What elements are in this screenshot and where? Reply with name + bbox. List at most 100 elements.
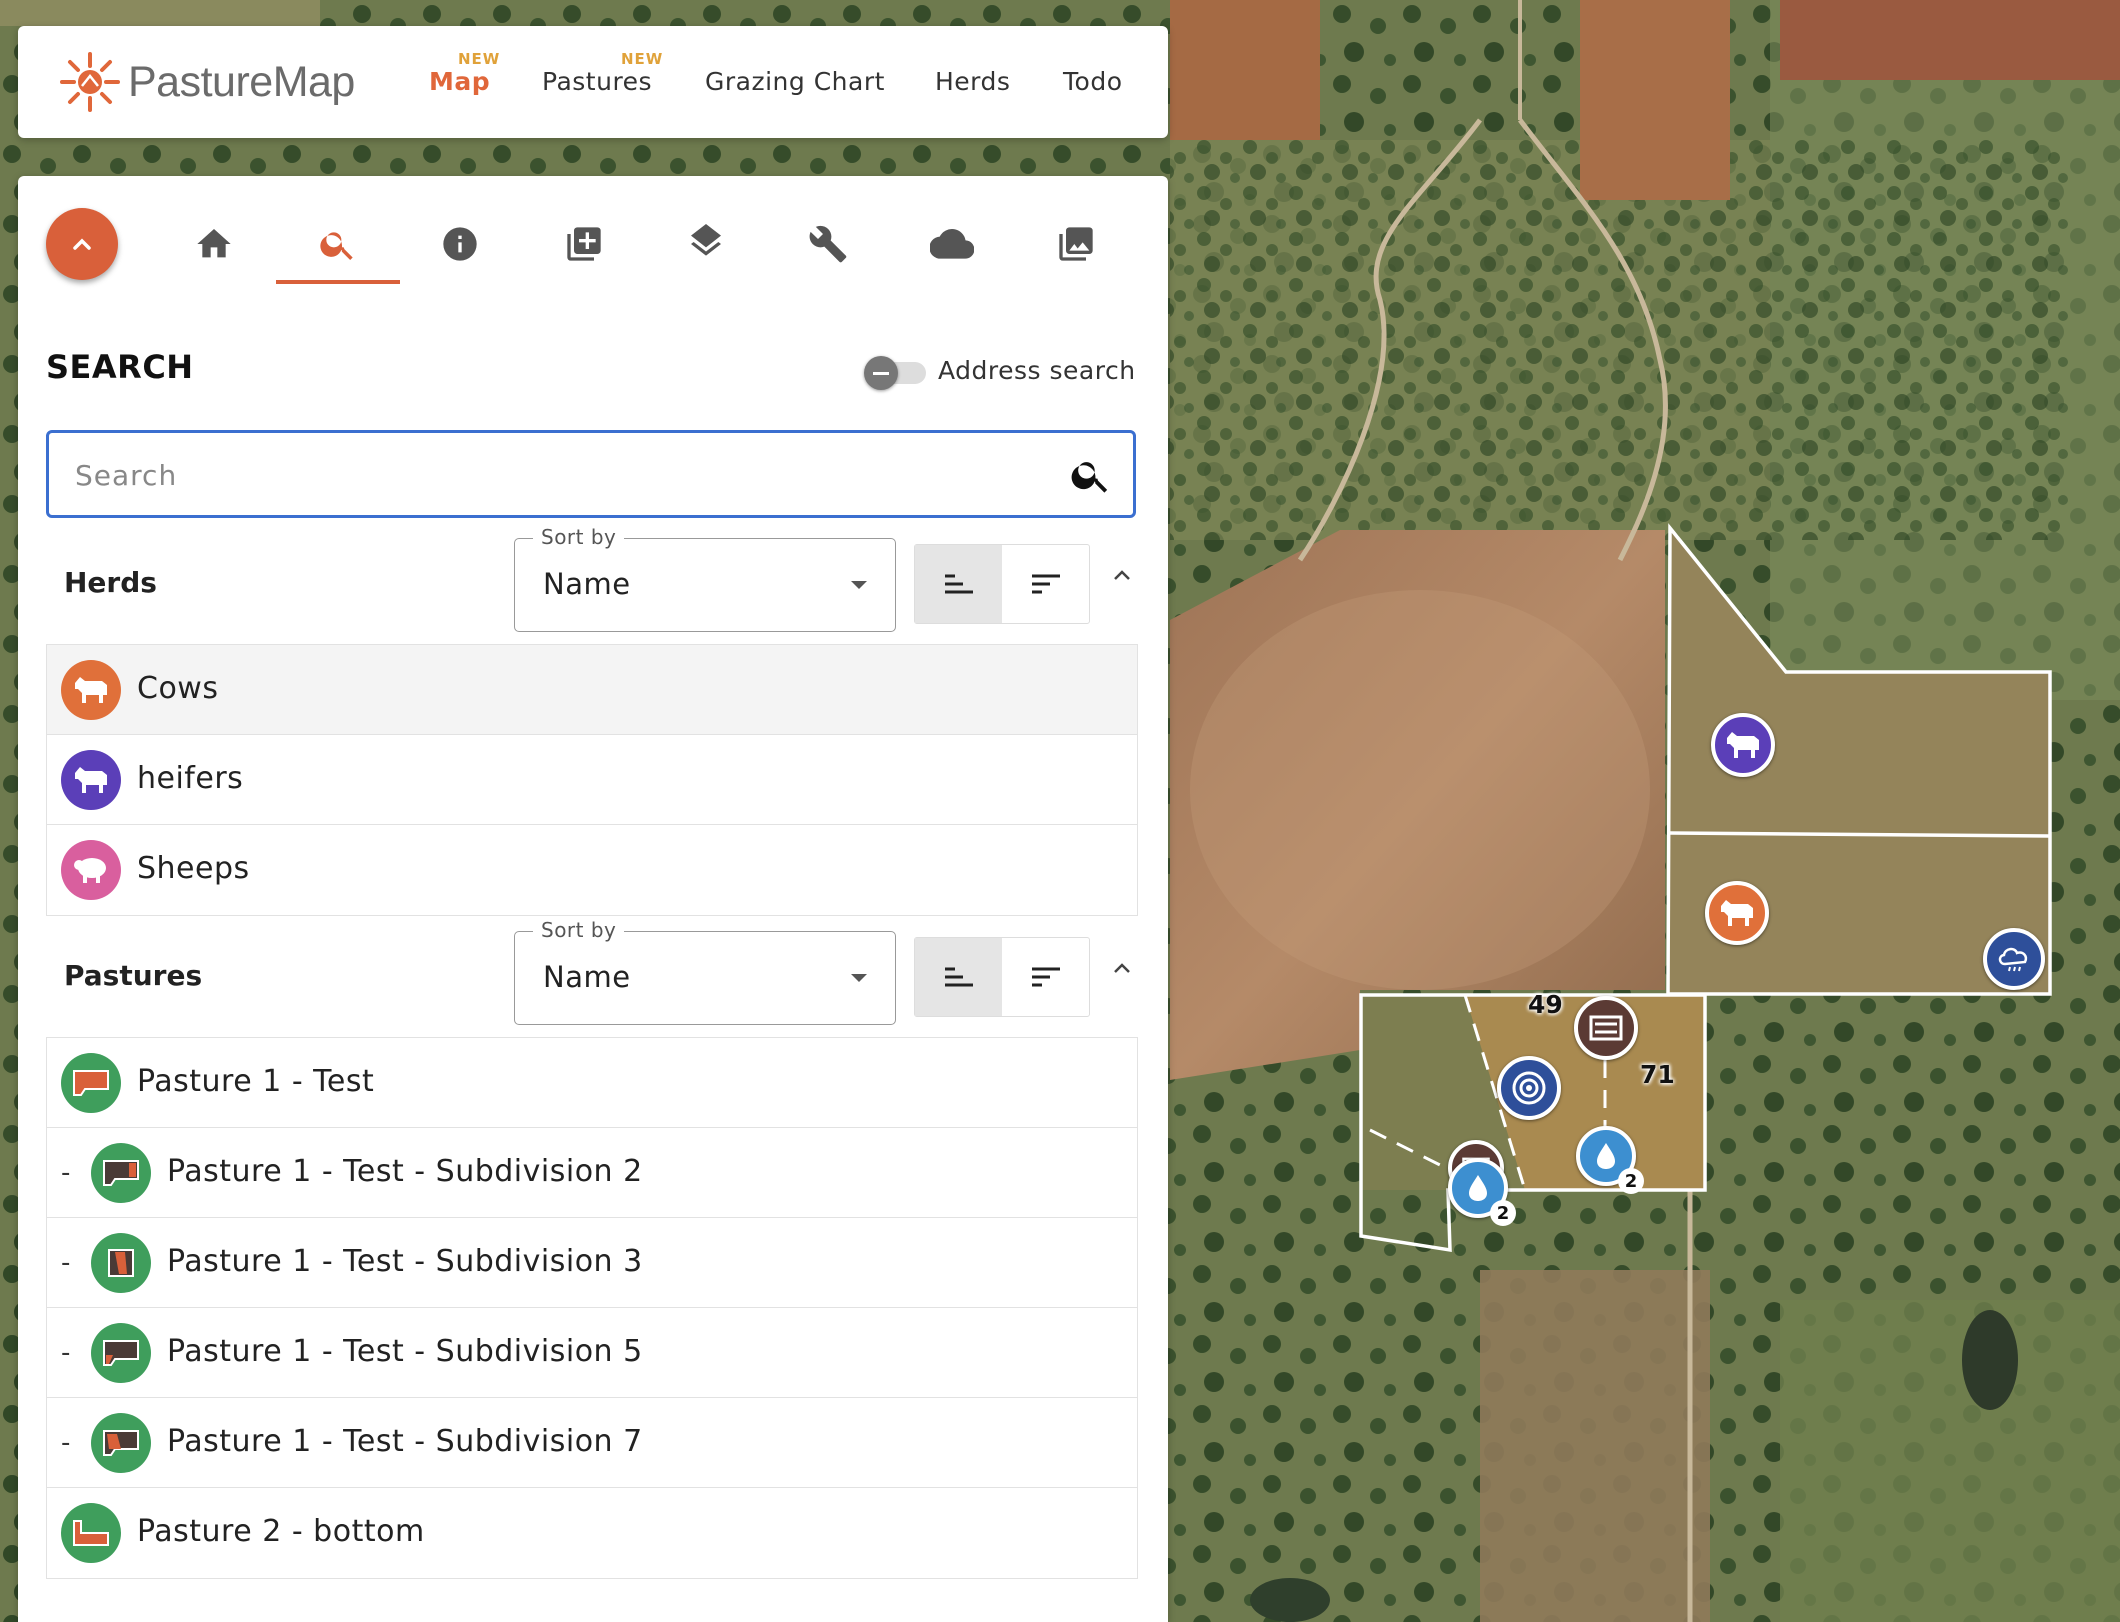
photo-library-icon xyxy=(1059,227,1093,261)
dropdown-arrow-icon xyxy=(851,974,867,982)
cow-icon xyxy=(1727,732,1759,758)
sort-ascending-icon xyxy=(944,574,973,594)
home-icon xyxy=(197,229,231,258)
pasture-shape-icon xyxy=(108,1249,134,1277)
toggle-knob xyxy=(864,356,898,390)
list-item-pasture[interactable]: Pasture 1 - Test xyxy=(47,1038,1137,1128)
pasture-shape-icon xyxy=(73,1070,109,1096)
map-water-marker-b[interactable]: 2 xyxy=(1576,1126,1644,1194)
cloud-icon xyxy=(930,229,974,259)
nav-tab-herds[interactable]: Herds xyxy=(935,67,1010,96)
cloud-rain-icon xyxy=(1998,947,2028,972)
list-item-herd[interactable]: Sheeps xyxy=(47,825,1137,915)
nav-tab-todo[interactable]: Todo xyxy=(1063,67,1122,96)
top-navigation-bar: PastureMap NEW Map NEW Pastures Grazing … xyxy=(18,26,1168,138)
pastures-list: Pasture 1 - Test - Pasture 1 - Test - Su… xyxy=(46,1037,1138,1579)
pastures-sort-select[interactable]: Sort by Name xyxy=(514,918,896,1025)
herds-sort-select[interactable]: Sort by Name xyxy=(514,525,896,632)
cow-icon xyxy=(1721,900,1753,926)
sort-by-label: Sort by xyxy=(533,525,625,549)
address-search-toggle[interactable] xyxy=(864,356,928,390)
sort-value: Name xyxy=(543,960,631,994)
pasture-shape-icon xyxy=(73,1520,109,1546)
pasture-shape-icon xyxy=(103,1160,139,1186)
list-item-herd[interactable]: Cows xyxy=(47,645,1137,735)
tab-home[interactable] xyxy=(190,220,238,268)
herds-section-title: Herds xyxy=(64,566,157,599)
pasture-avatar xyxy=(91,1323,151,1383)
cow-icon xyxy=(75,677,107,703)
search-input[interactable] xyxy=(73,451,1037,499)
herds-collapse-button[interactable] xyxy=(1104,558,1140,594)
feeder-icon xyxy=(1589,1015,1623,1041)
pastures-section-title: Pastures xyxy=(64,959,203,992)
tab-search[interactable] xyxy=(314,220,362,268)
sort-ascending-icon xyxy=(944,967,973,987)
pasture-name: Pasture 1 - Test xyxy=(137,1064,375,1099)
nav-tab-grazing-chart[interactable]: Grazing Chart xyxy=(705,67,885,96)
tab-photos[interactable] xyxy=(1052,220,1100,268)
info-icon xyxy=(443,227,477,261)
map-herd-marker-cows[interactable] xyxy=(1705,881,1769,945)
map-distance-label-b: 71 xyxy=(1640,1060,1675,1089)
tab-layers[interactable] xyxy=(682,220,730,268)
sort-descending-button[interactable] xyxy=(1002,545,1089,623)
sheep-icon xyxy=(74,858,106,883)
map-water-marker-a[interactable]: 2 xyxy=(1448,1158,1516,1226)
map-herd-marker-heifers[interactable] xyxy=(1711,713,1775,777)
list-item-pasture[interactable]: - Pasture 1 - Test - Subdivision 7 xyxy=(47,1398,1137,1488)
pastures-sort-direction xyxy=(914,937,1090,1017)
chevron-up-icon xyxy=(1114,570,1130,580)
herd-name: heifers xyxy=(137,761,244,796)
list-item-pasture[interactable]: - Pasture 1 - Test - Subdivision 3 xyxy=(47,1218,1137,1308)
sort-by-label: Sort by xyxy=(533,918,625,942)
water-drop-icon xyxy=(1597,1143,1615,1169)
water-count-badge: 2 xyxy=(1490,1200,1516,1226)
search-field xyxy=(46,430,1136,518)
subdivision-dash: - xyxy=(61,1248,71,1278)
pastures-collapse-button[interactable] xyxy=(1104,951,1140,987)
subdivision-dash: - xyxy=(61,1158,71,1188)
herd-name: Cows xyxy=(137,671,219,706)
search-title: SEARCH xyxy=(46,348,194,386)
search-submit-button[interactable] xyxy=(1069,453,1113,497)
pasture-name: Pasture 1 - Test - Subdivision 7 xyxy=(167,1424,643,1459)
herds-list: Cows heifers Sheeps xyxy=(46,644,1138,916)
nav-tab-pastures[interactable]: Pastures xyxy=(542,67,652,96)
list-item-herd[interactable]: heifers xyxy=(47,735,1137,825)
sort-descending-button[interactable] xyxy=(1002,938,1089,1016)
tab-info[interactable] xyxy=(436,220,484,268)
pasture-name: Pasture 1 - Test - Subdivision 5 xyxy=(167,1334,643,1369)
map-feeder-marker[interactable] xyxy=(1574,996,1638,1060)
search-panel: SEARCH Address search Herds Sort by Name xyxy=(18,176,1168,1622)
list-item-pasture[interactable]: Pasture 2 - bottom xyxy=(47,1488,1137,1578)
app-name: PastureMap xyxy=(128,57,355,106)
sort-ascending-button[interactable] xyxy=(915,545,1002,623)
cow-icon xyxy=(75,767,107,793)
map-distance-label-a: 49 xyxy=(1528,990,1563,1019)
tab-weather[interactable] xyxy=(928,220,976,268)
list-item-pasture[interactable]: - Pasture 1 - Test - Subdivision 5 xyxy=(47,1308,1137,1398)
chevron-up-icon xyxy=(73,238,91,250)
sort-ascending-button[interactable] xyxy=(915,938,1002,1016)
herd-avatar xyxy=(61,840,121,900)
map-rain-gauge-marker[interactable] xyxy=(1983,928,2045,990)
herds-sort-direction xyxy=(914,544,1090,624)
pasture-name: Pasture 1 - Test - Subdivision 2 xyxy=(167,1154,643,1189)
layers-icon xyxy=(691,224,721,256)
nav-map-badge: NEW xyxy=(458,50,501,68)
pasture-avatar xyxy=(61,1503,121,1563)
collapse-panel-button[interactable] xyxy=(46,208,118,280)
list-item-pasture[interactable]: - Pasture 1 - Test - Subdivision 2 xyxy=(47,1128,1137,1218)
map-target-marker[interactable] xyxy=(1497,1056,1561,1120)
search-icon xyxy=(1071,462,1108,493)
wrench-icon xyxy=(809,225,847,263)
tab-tools[interactable] xyxy=(804,220,852,268)
tab-add[interactable] xyxy=(560,220,608,268)
app-logo[interactable]: PastureMap xyxy=(58,46,355,118)
address-search-label: Address search xyxy=(938,356,1136,385)
water-count-badge: 2 xyxy=(1618,1168,1644,1194)
pasture-shape-icon xyxy=(103,1340,139,1366)
nav-tab-map[interactable]: Map xyxy=(429,67,490,96)
pasture-name: Pasture 1 - Test - Subdivision 3 xyxy=(167,1244,643,1279)
